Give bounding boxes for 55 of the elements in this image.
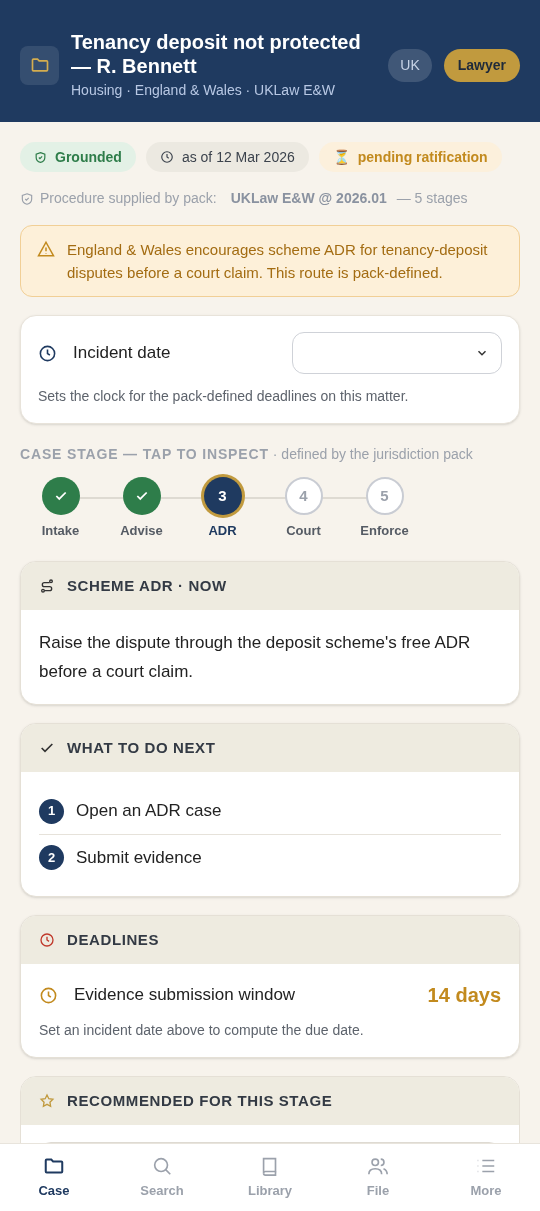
nav-tab[interactable]: File xyxy=(324,1144,432,1211)
clock-icon xyxy=(39,985,58,1005)
incident-hint: Sets the clock for the pack-defined deadlines on this matter. xyxy=(38,387,410,406)
hourglass-icon: ⏳ xyxy=(332,146,350,168)
nav-tab[interactable]: More xyxy=(432,1144,540,1211)
stage-step[interactable]: 4 xyxy=(284,477,323,515)
pack-version: UKLaw E&W @ 2026.01 xyxy=(230,189,387,208)
stage-count: — 5 stages xyxy=(396,189,468,208)
stage-step[interactable] xyxy=(122,477,161,515)
chip-label: as of 12 Mar 2026 xyxy=(181,147,295,167)
stage-label: Advise xyxy=(120,522,163,540)
step-label: Open an ADR case xyxy=(76,800,222,823)
step-number: 2 xyxy=(39,845,64,870)
warning-icon xyxy=(37,240,55,258)
stage-label: Intake xyxy=(41,522,80,540)
nav-tab[interactable]: Library xyxy=(216,1144,324,1211)
shield-icon xyxy=(34,150,47,164)
step-label: Submit evidence xyxy=(76,846,202,869)
stage-step[interactable]: 5 xyxy=(365,477,404,515)
deadline-label: Evidence submission window xyxy=(74,984,297,1007)
route-icon xyxy=(39,578,55,594)
folder-icon xyxy=(20,45,59,85)
deadline-value: 14 days xyxy=(427,983,501,1008)
section-heading: CASE STAGE — TAP TO INSPECT xyxy=(20,445,269,464)
chip-label: Grounded xyxy=(55,147,122,167)
incident-label: Incident date xyxy=(73,342,172,365)
card-title: DEADLINES xyxy=(67,929,160,950)
card-title: SCHEME ADR · NOW xyxy=(67,575,227,596)
case-subtitle: Housing · England & Wales · UKLaw E&W xyxy=(71,80,337,100)
region-badge: UK xyxy=(388,48,432,82)
notice-text: England & Wales encourages scheme ADR for tenancy-deposit disputes before a court claim. This route is pack-defined. xyxy=(67,240,489,283)
section-note: · defined by the jurisdiction pack xyxy=(272,445,473,464)
clock-icon xyxy=(159,150,174,164)
stage-label: ADR xyxy=(208,522,237,540)
procedure-label: Procedure supplied by pack: xyxy=(40,189,217,208)
chip-label: pending ratification xyxy=(357,147,488,167)
card-title: RECOMMENDED FOR THIS STAGE xyxy=(67,1090,333,1111)
stage-label: Court xyxy=(286,522,321,540)
case-title: Tenancy deposit not protected — R. Bennett xyxy=(71,29,362,78)
step-number: 1 xyxy=(39,798,64,824)
clock-icon xyxy=(38,343,57,363)
role-badge: Lawyer xyxy=(443,48,520,82)
nav-tab[interactable]: Case xyxy=(0,1144,108,1211)
stage-step[interactable] xyxy=(41,477,80,515)
card-title: WHAT TO DO NEXT xyxy=(67,737,216,758)
nav-tab[interactable]: Search xyxy=(108,1144,216,1211)
check-icon xyxy=(53,489,68,503)
check-icon xyxy=(134,489,149,503)
star-icon xyxy=(39,1093,55,1109)
clock-icon xyxy=(39,932,55,948)
deadline-note: Set an incident date above to compute the due date. xyxy=(39,1021,365,1040)
stage-label: Enforce xyxy=(360,522,409,540)
stage-step[interactable]: 3 xyxy=(203,477,242,515)
route-description: Raise the dispute through the deposit scheme's free ADR before a court claim. xyxy=(38,632,472,683)
shield-icon xyxy=(20,191,34,206)
